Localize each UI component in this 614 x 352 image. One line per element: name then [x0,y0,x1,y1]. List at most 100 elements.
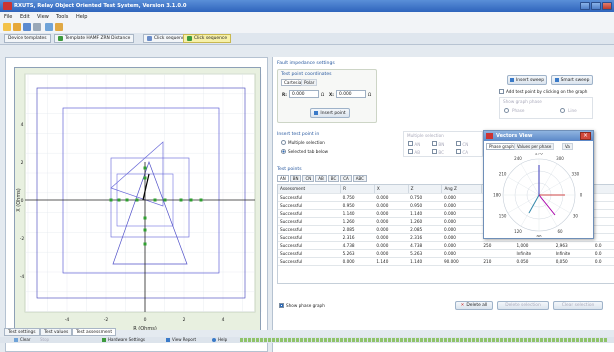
new-file-icon[interactable] [3,23,11,31]
phase-bc-checkbox[interactable]: BC [432,149,444,155]
print-icon[interactable] [33,23,41,31]
impedance-graph[interactable]: R (Ohms) X (Ohms) -4 -2 0 2 4 4 2 0 -2 -… [14,67,262,335]
r-input[interactable]: 0.000 [289,90,319,98]
menu-tools[interactable]: Tools [56,14,68,20]
phase-label: AB [414,150,421,155]
fault-tab-abc[interactable]: ABC [352,175,367,182]
angle-label: 60 [557,229,563,234]
save-icon[interactable] [23,23,31,31]
tab-click-sequence-2[interactable]: Click sequence [183,34,232,43]
tab-test-values[interactable]: Test values [40,328,73,336]
copy-icon[interactable] [45,23,53,31]
warning-icon[interactable] [55,23,63,31]
tab-phase-graph[interactable]: Phase graph [486,143,517,150]
column-header[interactable]: R [340,185,375,194]
phase-radio[interactable] [504,108,509,113]
stop-button[interactable]: Stop [40,337,49,342]
insert-point-button[interactable]: Insert point [310,108,350,118]
open-folder-icon[interactable] [13,23,21,31]
vectors-view-close-button[interactable]: × [580,132,591,140]
fault-tab-an[interactable]: AN [277,175,289,182]
phase-ca-checkbox[interactable]: CA [456,149,468,155]
impedance-graph-panel: R (Ohms) X (Ohms) -4 -2 0 2 4 4 2 0 -2 -… [5,57,268,352]
table-cell: Infinite [514,249,554,258]
minimize-button[interactable] [580,2,590,10]
fault-tab-ca[interactable]: CA [340,175,352,182]
table-cell: 0.000 [374,233,409,242]
selected-tab-radio[interactable]: Selected tab below [281,149,328,154]
tab-template[interactable]: Template HAMF ZRN Distance [54,34,135,43]
fault-tab-bn[interactable]: BN [289,175,302,182]
tab-label: Test settings [8,329,36,335]
stop-label: Stop [40,337,50,342]
hardware-label: Hardware Settings [108,337,145,342]
table-cell: 0.000 [441,201,482,210]
menu-help[interactable]: Help [76,14,87,20]
angle-label: 210 [499,172,507,177]
close-button[interactable] [602,2,612,10]
table-row[interactable]: Successful 5.263 0.000 5.263 0.000 Infinite In… [278,249,614,258]
table-cell: 0.000 [441,241,482,250]
vectors-view-title: Vectors View [484,131,593,141]
column-header[interactable]: Ang Z [441,185,482,194]
menu-view[interactable]: View [37,14,49,20]
smart-sweep-icon [554,78,559,82]
table-cell: Successful [278,217,341,226]
hardware-settings-button[interactable]: Hardware Settings [102,337,145,342]
checkbox[interactable] [499,89,504,94]
vectors-view-window: Vectors View × Phase graph Values per ph… [483,130,594,239]
checkbox-checked[interactable] [279,303,284,308]
fault-tab-cn[interactable]: CN [302,175,315,182]
insert-sweep-button[interactable]: Insert sweep [507,75,547,85]
table-cell: 0.000 [374,249,409,258]
column-header[interactable]: Z [408,185,443,194]
r-unit: Ω [321,92,325,97]
menu-file[interactable]: File [4,14,12,20]
phase-ab-checkbox[interactable]: AB [408,149,420,155]
column-header[interactable]: Assessment [278,185,342,194]
show-phase-graph-checkbox[interactable]: Show phase graph [279,303,325,308]
delete-selection-button[interactable]: Delete selection [497,301,549,310]
x-input[interactable]: 0.000 [336,90,366,98]
radio[interactable] [281,140,286,145]
multiple-selection-radio[interactable]: Multiple selection [281,140,325,145]
help-button[interactable]: Help [212,337,227,342]
table-cell [481,249,515,258]
x-tick-label: 4 [222,317,225,323]
maximize-button[interactable] [591,2,601,10]
tab-values-per-phase[interactable]: Values per phase [514,143,555,150]
phase-bn-checkbox[interactable]: BN [432,141,444,147]
add-by-click-checkbox[interactable]: Add test point by clicking on the graph [499,89,587,94]
impedance-graph-svg: R (Ohms) X (Ohms) -4 -2 0 2 4 4 2 0 -2 -… [16,73,262,332]
column-header[interactable]: X [374,185,409,194]
smart-sweep-button[interactable]: Smart sweep [551,75,593,85]
line-radio[interactable] [560,108,565,113]
table-cell: Successful [278,225,341,234]
tab-test-assessment[interactable]: Test assessment [72,328,117,336]
menu-edit[interactable]: Edit [20,14,30,20]
tab-test-settings[interactable]: Test settings [4,328,40,336]
phase-label: CA [462,150,469,155]
table-row[interactable]: Successful 0.000 1.140 1.140 90.000 210 0.050 0… [278,257,614,266]
bottom-tabbar: Test settings Test values Test assessmen… [0,328,614,337]
tab-polar[interactable]: Polar [301,79,318,86]
delete-all-label: Delete all [466,303,488,308]
insert-in-title: Insert test point in [277,132,320,137]
phase-an-checkbox[interactable]: AN [408,141,420,147]
view-report-button[interactable]: View Report [166,337,196,342]
tab-label: Test values [44,329,69,335]
tab-va[interactable]: Va [562,143,573,150]
phase-cn-checkbox[interactable]: CN [456,141,468,147]
fault-tab-ab[interactable]: AB [315,175,327,182]
delete-icon: ✕ [460,303,465,308]
clear-selection-button[interactable]: Clear selection [553,301,603,310]
tab-device-templates[interactable]: Device templates [4,34,51,43]
delete-all-button[interactable]: ✕ Delete all [455,301,493,310]
table-row[interactable]: Successful 4.738 0.000 4.738 0.000 250 1,000 2,… [278,241,614,250]
clear-button[interactable]: Clear [14,337,30,342]
column-header[interactable] [592,185,614,194]
radio[interactable] [281,149,286,154]
test-point-marker [163,198,167,202]
fault-tab-bc[interactable]: BC [327,175,340,182]
phase-selection-group: Multiple selection AN BN CN AB BC CA [403,131,483,157]
